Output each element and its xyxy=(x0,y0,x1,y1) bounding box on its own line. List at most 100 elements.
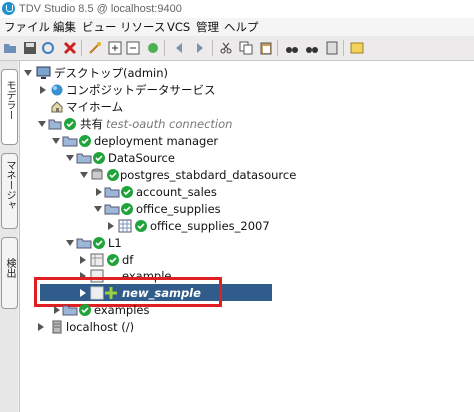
expand-arrow-icon[interactable] xyxy=(94,206,102,212)
copy-icon[interactable] xyxy=(239,41,253,55)
menu-vcs[interactable]: VCS xyxy=(167,19,190,35)
tree-row-shared[interactable]: 共有 test-oauth connection xyxy=(38,115,268,133)
tree-label: localhost (/) xyxy=(66,320,135,334)
open-folder-icon[interactable] xyxy=(3,41,17,55)
back-icon[interactable] xyxy=(172,41,186,55)
tree-row-l1[interactable]: L1 xyxy=(66,234,166,252)
refresh-icon[interactable] xyxy=(41,41,55,55)
folder-icon xyxy=(76,238,92,249)
menu-help[interactable]: ヘルプ xyxy=(224,19,259,35)
tree-label: コンポジットデータサービス xyxy=(66,83,216,97)
menu-view[interactable]: ビュー xyxy=(82,19,117,35)
expand-arrow-icon[interactable] xyxy=(24,70,32,76)
expand-arrow-icon[interactable] xyxy=(66,240,74,246)
tree-row-localhost[interactable]: localhost (/) xyxy=(38,318,158,336)
toolbar-separator xyxy=(212,40,213,56)
tree-row-account-sales[interactable]: account_sales xyxy=(94,183,244,201)
expand-arrow-icon[interactable] xyxy=(80,256,86,264)
folder-icon xyxy=(76,153,92,164)
tree-row-deployment-manager[interactable]: deployment manager xyxy=(52,132,252,150)
tree-row-office-supplies[interactable]: office_supplies xyxy=(94,200,244,218)
menu-resource[interactable]: リソース xyxy=(120,19,165,35)
tree-label: office_supplies xyxy=(136,202,221,216)
tree-label: DataSource xyxy=(108,151,175,165)
tree-label: account_sales xyxy=(136,185,217,199)
expand-arrow-icon[interactable] xyxy=(38,323,44,331)
tab-manager[interactable]: マネージャ xyxy=(1,153,18,229)
expand-arrow-icon[interactable] xyxy=(54,306,60,314)
wand-icon[interactable] xyxy=(88,41,102,55)
collapse-icon[interactable] xyxy=(126,41,140,55)
expand-arrow-icon[interactable] xyxy=(80,172,88,178)
folder-icon xyxy=(104,187,120,198)
tree-label: examples xyxy=(94,303,150,317)
note-icon[interactable] xyxy=(350,41,364,55)
tab-search[interactable]: 検出 xyxy=(1,237,18,309)
shared-folder-icon xyxy=(48,119,62,130)
server-icon xyxy=(52,320,62,334)
check-icon xyxy=(121,186,133,198)
database-icon xyxy=(91,168,103,180)
menu-bar: ファイル 編集 ビュー リソース VCS 管理 ヘルプ xyxy=(0,18,474,36)
folder-icon xyxy=(62,305,78,316)
tree-label: デスクトップ(admin) xyxy=(54,66,169,80)
table-icon xyxy=(118,219,132,233)
expand-arrow-icon[interactable] xyxy=(52,138,60,144)
cut-icon[interactable] xyxy=(219,41,233,55)
tree-row-office-supplies-2007[interactable]: office_supplies_2007 xyxy=(108,217,288,235)
monitor-icon xyxy=(36,66,51,79)
find-next-icon[interactable] xyxy=(305,41,319,55)
check-icon xyxy=(93,237,105,249)
tree-label: マイホーム xyxy=(66,100,124,114)
menu-edit[interactable]: 編集 xyxy=(53,19,76,35)
binoculars-icon[interactable] xyxy=(285,41,299,55)
tree-label: office_supplies_2007 xyxy=(150,219,270,233)
expand-arrow-icon[interactable] xyxy=(38,121,46,127)
tree-row-desktop[interactable]: デスクトップ(admin) xyxy=(24,64,224,82)
expand-arrow-icon[interactable] xyxy=(40,86,46,94)
folder-icon xyxy=(62,136,78,147)
paste-icon[interactable] xyxy=(259,41,273,55)
tree-row-datasource[interactable]: DataSource xyxy=(66,149,216,167)
forward-icon[interactable] xyxy=(193,41,207,55)
delete-icon[interactable] xyxy=(63,41,77,55)
expand-arrow-icon[interactable] xyxy=(108,222,114,230)
check-icon xyxy=(93,152,105,164)
check-icon xyxy=(107,169,119,181)
tree-label: L1 xyxy=(108,236,122,250)
toolbar-separator xyxy=(81,40,82,56)
menu-file[interactable]: ファイル xyxy=(4,19,50,35)
check-icon xyxy=(135,220,147,232)
tree-row-postgres[interactable]: postgres_stabdard_datasource xyxy=(80,166,296,184)
expand-icon[interactable] xyxy=(108,41,122,55)
title-bar: TDV Studio 8.5 @ localhost:9400 xyxy=(0,0,474,18)
toolbar-separator xyxy=(277,40,278,56)
expand-arrow-icon[interactable] xyxy=(66,155,74,161)
tree-row-composite-data-services[interactable]: コンポジットデータサービス xyxy=(38,81,258,99)
check-icon xyxy=(121,203,133,215)
tab-modeler[interactable]: モデラー xyxy=(1,69,18,145)
toolbar-separator xyxy=(164,40,165,56)
expand-arrow-icon[interactable] xyxy=(96,188,102,196)
side-tab-bar: モデラー マネージャ 検出 xyxy=(0,61,18,412)
save-icon[interactable] xyxy=(23,41,37,55)
toolbar-separator xyxy=(343,40,344,56)
tree-row-examples[interactable]: examples xyxy=(52,301,172,319)
home-icon xyxy=(51,101,63,113)
globe-icon xyxy=(51,84,63,96)
check-icon xyxy=(79,135,91,147)
tab-manager-label: マネージャ xyxy=(4,160,15,210)
tree-label: deployment manager xyxy=(94,134,219,148)
window-title: TDV Studio 8.5 @ localhost:9400 xyxy=(19,3,182,15)
tree-label: postgres_stabdard_datasource xyxy=(120,168,297,182)
toolbar xyxy=(0,36,474,61)
view-icon xyxy=(90,253,104,267)
sync-icon[interactable] xyxy=(146,41,160,55)
folder-icon xyxy=(104,204,120,215)
menu-admin[interactable]: 管理 xyxy=(196,19,219,35)
properties-icon[interactable] xyxy=(325,41,339,55)
tab-modeler-label: モデラー xyxy=(4,80,15,120)
tree-row-my-home[interactable]: マイホーム xyxy=(50,98,170,116)
tree-annotation: test-oauth connection xyxy=(106,117,233,131)
check-icon xyxy=(79,304,91,316)
